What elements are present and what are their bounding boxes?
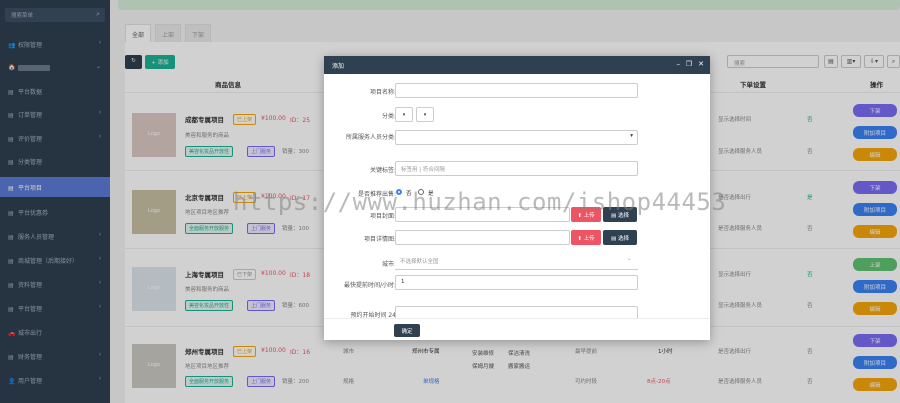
dialog-body: 项目名称: 分类: ▾ ▾ 所属服务人员分类: ▾ 关键标签: 标签用 | 符合… — [324, 74, 710, 318]
divider — [395, 269, 638, 270]
list-icon: ▤ — [611, 213, 618, 219]
detail-image-label: 项目详情图: — [363, 236, 396, 243]
close-icon[interactable]: ✕ — [698, 60, 704, 68]
select-cover-button[interactable]: ▤ 选择 — [603, 207, 637, 222]
category-label: 分类: — [381, 113, 396, 120]
staff-category-select[interactable]: ▾ — [395, 130, 638, 145]
dialog-title: 添加 — [332, 63, 345, 70]
dialog-footer: 确定 — [324, 318, 710, 340]
upload-cover-button[interactable]: ⬆ 上传 — [571, 207, 601, 222]
min-time-input[interactable]: 1 — [395, 275, 638, 290]
min-time-label: 最快提前时间/小时: — [343, 282, 396, 289]
tags-input[interactable]: 标签用 | 符合间隔 — [395, 161, 638, 176]
maximize-icon[interactable]: ❐ — [686, 60, 692, 68]
radio-yes-label: 是 — [428, 191, 434, 197]
cover-input[interactable] — [395, 207, 570, 222]
category-select-1[interactable]: ▾ — [395, 107, 413, 122]
tags-label: 关键标签: — [369, 167, 396, 174]
chevron-down-icon: ⌄ — [627, 256, 632, 262]
select-detail-button[interactable]: ▤ 选择 — [603, 230, 637, 245]
start-time-label: 预约开始时间 24 — [350, 312, 396, 318]
caret-down-icon: ▾ — [630, 133, 633, 139]
confirm-button[interactable]: 确定 — [394, 324, 420, 337]
name-label: 项目名称: — [369, 89, 396, 96]
start-time-input[interactable] — [395, 306, 638, 318]
detail-image-input[interactable] — [395, 230, 570, 245]
category-select-2[interactable]: ▾ — [416, 107, 434, 122]
name-input[interactable] — [395, 83, 638, 98]
minimize-icon[interactable]: – — [677, 60, 681, 68]
radio-no[interactable] — [396, 189, 402, 195]
recommend-label: 是否推荐出售: — [357, 191, 396, 198]
add-dialog: 添加 – ❐ ✕ 项目名称: 分类: ▾ ▾ 所属服务人员分类: ▾ 关键标签:… — [324, 56, 710, 340]
upload-detail-button[interactable]: ⬆ 上传 — [571, 230, 601, 245]
radio-no-label: 否 — [406, 191, 412, 197]
cover-label: 项目封面: — [369, 213, 396, 220]
city-label: 城市: — [381, 261, 396, 268]
dialog-header: 添加 – ❐ ✕ — [324, 56, 710, 74]
radio-yes[interactable] — [418, 189, 424, 195]
list-icon: ▤ — [611, 236, 618, 242]
staff-category-label: 所属服务人员分类: — [345, 134, 396, 141]
city-select[interactable]: 不选择默认全国 ⌄ — [395, 254, 638, 269]
